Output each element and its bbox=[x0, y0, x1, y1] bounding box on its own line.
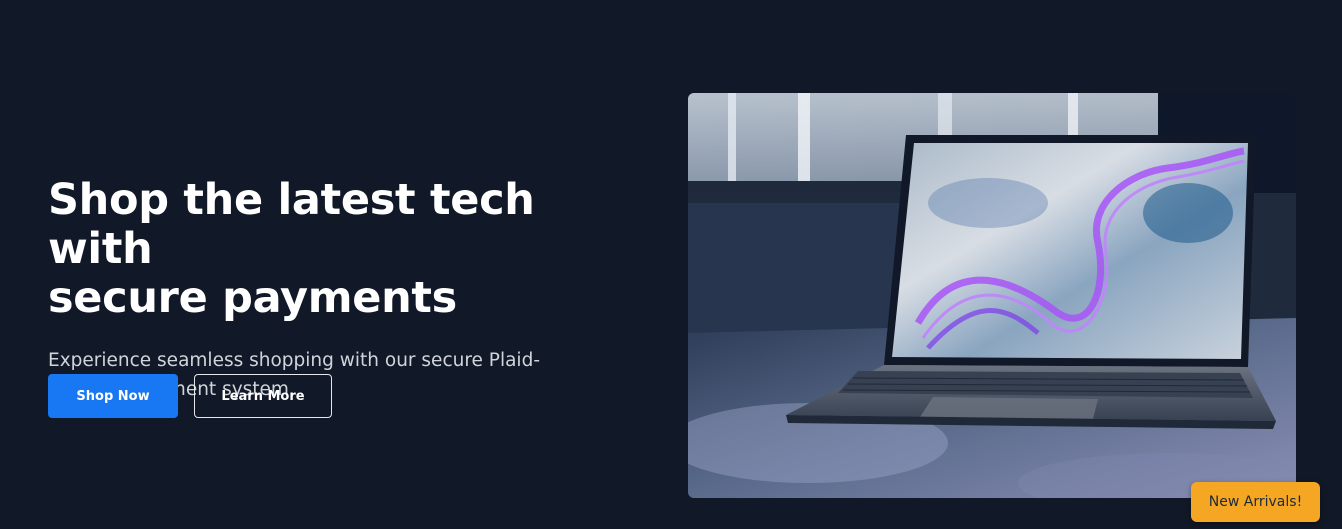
hero-text-block: Shop the latest tech with secure payment… bbox=[48, 176, 648, 404]
hero-title-line-1: Shop the latest tech with bbox=[48, 175, 535, 274]
new-arrivals-badge[interactable]: New Arrivals! bbox=[1191, 482, 1320, 522]
hero-title-line-2: secure payments bbox=[48, 273, 457, 323]
learn-more-button[interactable]: Learn More bbox=[194, 374, 332, 418]
hero-section: Shop the latest tech with secure payment… bbox=[0, 0, 1342, 529]
hero-title: Shop the latest tech with secure payment… bbox=[48, 176, 648, 323]
hero-image-laptop bbox=[688, 93, 1296, 498]
shop-now-button[interactable]: Shop Now bbox=[48, 374, 178, 418]
hero-actions: Shop Now Learn More bbox=[48, 374, 332, 418]
